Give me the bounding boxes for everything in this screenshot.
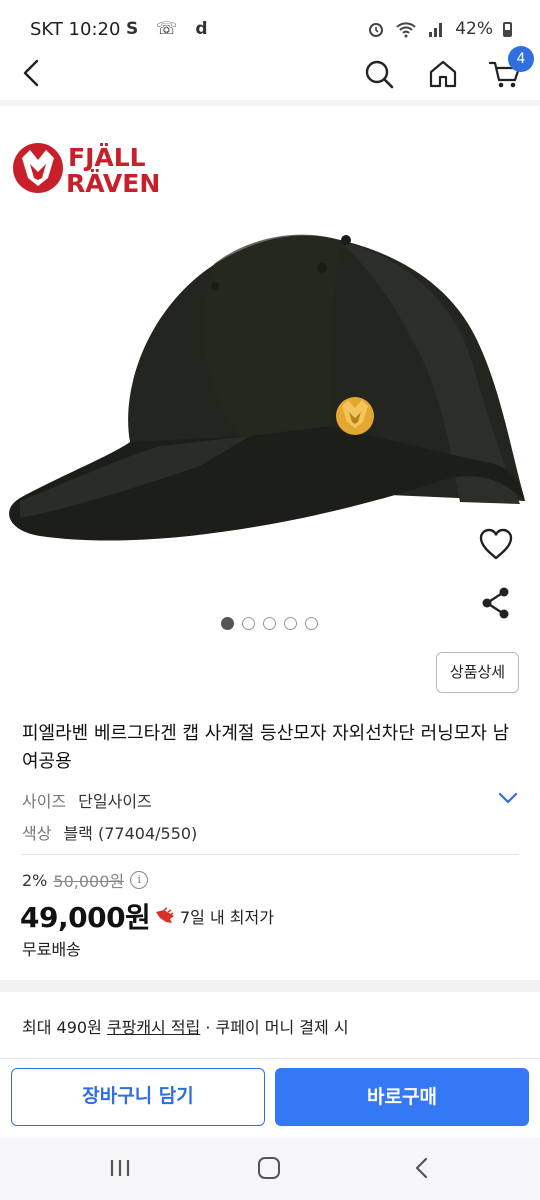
battery-icon bbox=[503, 21, 512, 37]
buy-now-button[interactable]: 바로구매 bbox=[275, 1068, 529, 1126]
option-size-value: 단일사이즈 bbox=[78, 792, 152, 811]
pagination-dot[interactable] bbox=[263, 617, 276, 630]
shipping-info: 무료배송 bbox=[22, 940, 81, 959]
product-title: 피엘라벤 베르그타겐 캡 사계절 등산모자 자외선차단 러닝모자 남여공용 bbox=[22, 723, 510, 772]
image-pagination bbox=[221, 617, 318, 630]
system-navigation-bar bbox=[0, 1138, 540, 1200]
status-right: 42% bbox=[367, 19, 512, 39]
info-icon[interactable]: i bbox=[130, 871, 149, 889]
battery-percent: 42% bbox=[455, 19, 493, 39]
search-icon[interactable] bbox=[363, 58, 395, 90]
pagination-dot[interactable] bbox=[242, 617, 255, 630]
product-image[interactable]: FJÄLL RÄVEN bbox=[0, 106, 540, 650]
option-color: 색상 블랙 (77404/550) bbox=[22, 820, 197, 844]
chevron-down-icon[interactable] bbox=[497, 788, 519, 808]
discount-rate: 2% bbox=[22, 870, 48, 890]
share-icon[interactable] bbox=[480, 586, 512, 620]
option-color-label: 색상 bbox=[22, 824, 52, 843]
cart-count-badge: 4 bbox=[508, 46, 534, 72]
home-button-icon[interactable] bbox=[258, 1157, 280, 1179]
cap-shape bbox=[9, 234, 526, 541]
wifi-icon bbox=[396, 22, 416, 38]
original-price: 50,000원 bbox=[53, 872, 125, 891]
recent-apps-icon[interactable] bbox=[108, 1158, 132, 1178]
cash-prefix: 최대 490원 bbox=[22, 1018, 107, 1037]
home-icon[interactable] bbox=[427, 58, 459, 90]
fjallraven-logo: FJÄLL RÄVEN bbox=[13, 142, 160, 198]
signal-icon bbox=[429, 23, 443, 37]
lowest-price-label: 7일 내 최저가 bbox=[180, 908, 274, 927]
notification-icons: S ☏ d bbox=[126, 19, 214, 39]
lowest-price-badge: 7일 내 최저가 bbox=[154, 904, 274, 928]
favorite-heart-icon[interactable] bbox=[478, 527, 514, 561]
logo-text-bottom: RÄVEN bbox=[66, 168, 160, 198]
alarm-icon bbox=[369, 23, 384, 37]
status-time: SKT 10:20 bbox=[30, 19, 121, 40]
cap-photo: FJÄLL RÄVEN bbox=[9, 142, 526, 541]
cash-suffix: · 쿠페이 머니 결제 시 bbox=[200, 1018, 349, 1037]
cash-reward-info: 최대 490원 쿠팡캐시 적립 · 쿠페이 머니 결제 시 bbox=[22, 1014, 349, 1038]
hand-down-icon bbox=[156, 907, 174, 923]
system-back-icon[interactable] bbox=[412, 1156, 432, 1180]
status-bar: SKT 10:20 S ☏ d 42% bbox=[0, 0, 540, 58]
option-color-value: 블랙 (77404/550) bbox=[63, 824, 198, 843]
option-size[interactable]: 사이즈 단일사이즈 bbox=[22, 788, 152, 812]
pagination-dot[interactable] bbox=[284, 617, 297, 630]
discount-row: 2% 50,000원 i bbox=[22, 868, 149, 892]
back-arrow-icon[interactable] bbox=[18, 58, 48, 88]
divider bbox=[22, 854, 519, 855]
option-size-label: 사이즈 bbox=[22, 792, 67, 811]
sale-price: 49,000원 bbox=[20, 901, 151, 934]
pagination-dot[interactable] bbox=[221, 617, 234, 630]
product-detail-button[interactable]: 상품상세 bbox=[436, 652, 519, 693]
logo-text-top: FJÄLL bbox=[68, 142, 146, 172]
pagination-dot[interactable] bbox=[305, 617, 318, 630]
top-navigation bbox=[0, 58, 540, 102]
coupang-cash-link[interactable]: 쿠팡캐시 적립 bbox=[107, 1018, 200, 1037]
add-to-cart-button[interactable]: 장바구니 담기 bbox=[11, 1068, 265, 1126]
section-band bbox=[0, 980, 540, 992]
